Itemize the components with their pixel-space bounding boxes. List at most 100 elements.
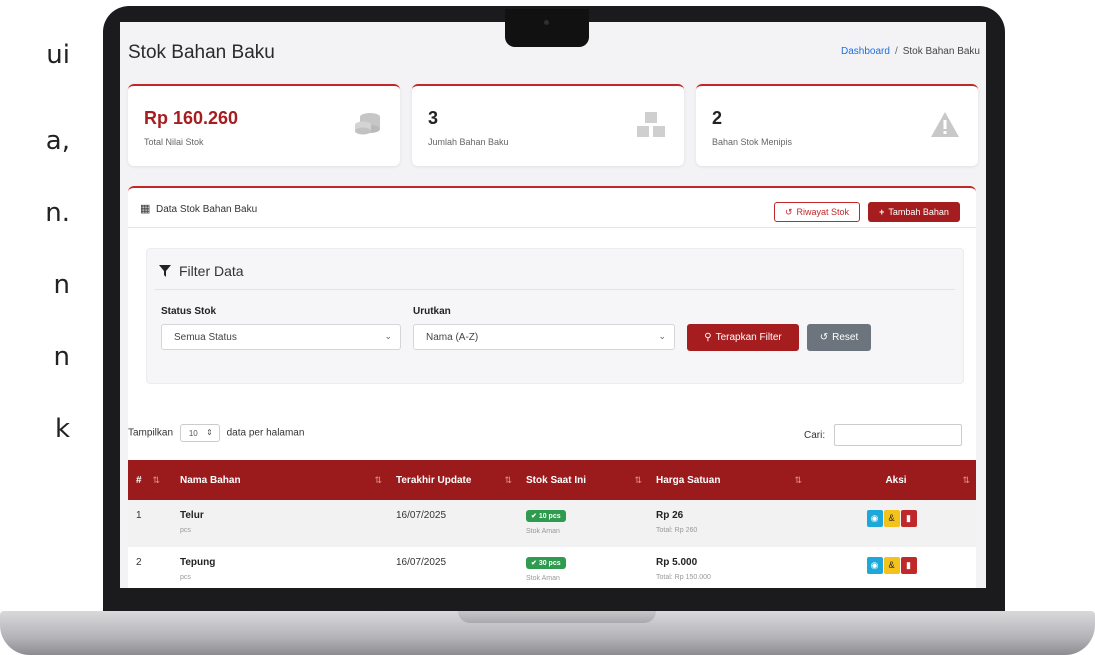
breadcrumb-separator: / [894,46,898,57]
stock-panel: ▦ Data Stok Bahan Baku ↺ Riwayat Stok + … [128,186,976,588]
sort-icon: ⇅ [152,474,160,485]
total-price: Total: Rp 260 [656,527,698,534]
col-header-no[interactable]: # ⇅ [128,460,172,500]
reset-icon: ↺ [819,332,829,343]
view-button[interactable]: ◉ [866,510,883,527]
cell-price: Rp 5.000 Total: Rp 150.000 [648,547,808,588]
add-material-button[interactable]: + Tambah Bahan [868,202,960,222]
cell-no: 1 [136,510,142,521]
sort-select-value: Nama (A-Z) [426,332,479,343]
table-row: 1 Telur pcs 16/07/2025 ✔ 10 pcs Stok Aman … [128,500,976,547]
filter-box: Filter Data Status Stok Semua Status ⌄ U… [146,248,964,384]
search-icon: ⚲ [704,332,712,343]
total-price: Total: Rp 150.000 [656,574,711,581]
stat-value: Rp 160.260 [144,108,239,128]
filter-form: Status Stok Semua Status ⌄ Urutkan Nama … [155,289,955,377]
apply-filter-label: Terapkan Filter [715,332,782,343]
unit-price: Rp 5.000 [656,557,698,568]
material-unit: pcs [180,527,191,534]
cell-stock: ✔ 30 pcs Stok Aman [518,547,648,588]
show-prefix: Tampilkan [128,427,174,439]
table-header-row: # ⇅ Nama Bahan ⇅ Terakhir Update ⇅ Stok Saa… [128,460,976,500]
panel-title: Data Stok Bahan Baku [156,204,258,215]
laptop-base [0,611,1095,655]
chevron-down-icon: ⌄ [384,331,392,341]
page-length-value: 10 [188,429,198,438]
stat-label: Total Nilai Stok [144,137,204,147]
col-header-name[interactable]: Nama Bahan ⇅ [172,460,388,500]
sort-icon: ⇅ [374,474,382,485]
material-name: Telur [180,510,204,521]
chevron-down-icon: ⌄ [658,331,666,341]
filter-icon [159,265,171,277]
table-row: 2 Tepung pcs 16/07/2025 ✔ 30 pcs Stok Aman… [128,547,976,588]
updown-icon: ⇕ [206,428,213,437]
page-length-select[interactable]: 10 ⇕ [179,424,220,442]
side-text-line: k [54,414,70,444]
reset-label: Reset [832,332,859,343]
status-select[interactable]: Semua Status ⌄ [161,324,401,350]
stat-value: 2 [712,108,723,128]
add-material-label: Tambah Bahan [888,207,949,217]
stock-badge: ✔ 30 pcs [526,557,566,569]
sort-label: Urutkan [413,306,451,317]
breadcrumb-dashboard-link[interactable]: Dashboard [841,46,890,57]
col-header-stock[interactable]: Stok Saat Ini ⇅ [518,460,648,500]
sort-icon: ⇅ [634,474,642,485]
warning-icon [931,112,959,137]
sort-icon: ⇅ [794,474,802,485]
camera-icon [544,20,549,25]
sort-icon: ⇅ [504,474,512,485]
cell-price: Rp 26 Total: Rp 260 [648,500,808,547]
search-input[interactable] [834,424,962,446]
cell-name: Telur pcs [172,500,388,547]
cell-updated: 16/07/2025 [396,510,447,521]
view-button[interactable]: ◉ [866,557,883,574]
boxes-icon [637,112,665,137]
history-icon: ↺ [784,206,793,217]
cell-actions: ◉ & ▮ [808,547,976,588]
page-title: Stok Bahan Baku [128,42,275,63]
camera-notch [505,9,589,47]
side-text-line: ui [46,40,70,70]
material-unit: pcs [180,574,191,581]
panel-header: ▦ Data Stok Bahan Baku ↺ Riwayat Stok + … [128,188,976,228]
stat-card-total-value: Rp 160.260 Total Nilai Stok [128,84,400,166]
status-select-value: Semua Status [174,332,237,343]
stock-badge: ✔ 10 pcs [526,510,566,522]
side-text-line: n [53,270,70,300]
side-text-line: a, [45,126,70,156]
stock-history-label: Riwayat Stok [796,207,850,217]
plus-icon: + [879,207,885,217]
boxes-icon: ▦ [140,203,151,215]
delete-button[interactable]: ▮ [900,510,917,527]
col-header-updated[interactable]: Terakhir Update ⇅ [388,460,518,500]
breadcrumb: Dashboard / Stok Bahan Baku [841,46,980,57]
col-header-price[interactable]: Harga Satuan ⇅ [648,460,808,500]
stat-card-low-stock: 2 Bahan Stok Menipis [696,84,978,166]
reset-button[interactable]: ↺ Reset [807,324,871,351]
cell-name: Tepung pcs [172,547,388,588]
filter-title: Filter Data [179,263,244,279]
status-label: Status Stok [161,306,217,317]
page-length-control: Tampilkan 10 ⇕ data per halaman [128,424,304,442]
sort-select[interactable]: Nama (A-Z) ⌄ [413,324,675,350]
unit-price: Rp 26 [656,510,684,521]
apply-filter-button[interactable]: ⚲ Terapkan Filter [687,324,799,351]
delete-button[interactable]: ▮ [900,557,917,574]
edit-button[interactable]: & [883,510,900,527]
edit-button[interactable]: & [883,557,900,574]
stat-card-item-count: 3 Jumlah Bahan Baku [412,84,684,166]
stock-status: Stok Aman [526,575,560,582]
stock-table: # ⇅ Nama Bahan ⇅ Terakhir Update ⇅ Stok Saa… [128,460,976,588]
col-header-actions[interactable]: Aksi ⇅ [808,460,976,500]
stat-label: Jumlah Bahan Baku [428,137,509,147]
stock-history-button[interactable]: ↺ Riwayat Stok [774,202,860,222]
breadcrumb-current: Stok Bahan Baku [902,46,980,57]
coins-icon [355,113,380,135]
app-screen: Stok Bahan Baku Dashboard / Stok Bahan Bak… [120,22,986,588]
stat-value: 3 [428,108,439,128]
cell-no: 2 [136,557,142,568]
show-suffix: data per halaman [226,427,305,439]
laptop-base-groove [458,611,656,623]
